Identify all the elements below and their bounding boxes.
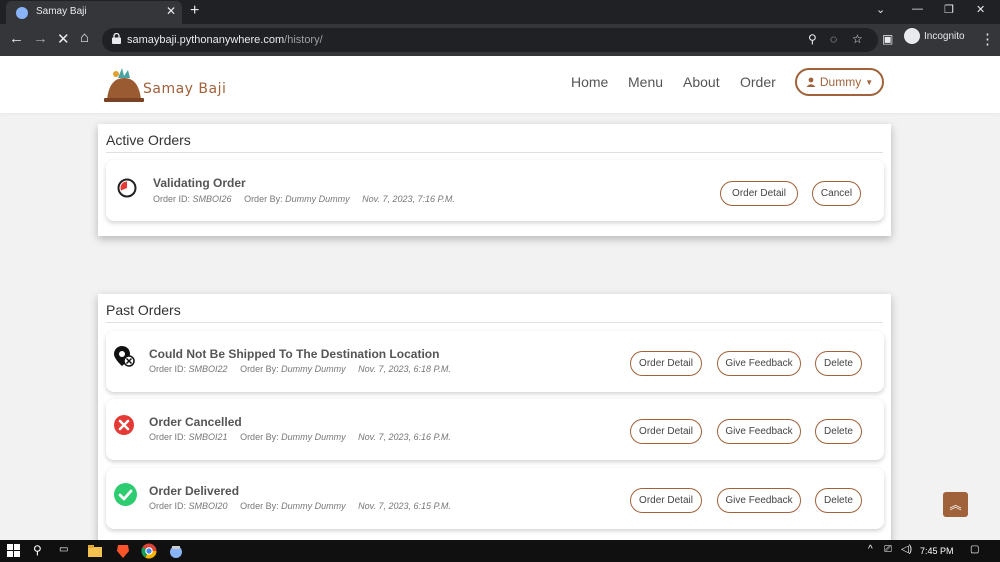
- order-card: Order Cancelled Order ID: SMBOI21 Order …: [106, 399, 884, 460]
- order-meta: Order ID: SMBOI21 Order By: Dummy Dummy …: [149, 432, 451, 442]
- browser-menu-icon[interactable]: ⋮: [980, 30, 995, 48]
- user-name: Dummy: [819, 75, 862, 89]
- incognito-icon: [904, 28, 920, 44]
- os-taskbar: ⚲ ▭ ^ ⎚ ◁) 7:45 PM ▢: [0, 540, 1000, 562]
- location-off-icon: [114, 346, 135, 367]
- notifications-icon[interactable]: ▢: [970, 544, 979, 555]
- app-taskbar-icon[interactable]: [168, 543, 184, 559]
- tab-title: Samay Baji: [36, 6, 87, 17]
- order-meta: Order ID: SMBOI26 Order By: Dummy Dummy …: [153, 194, 455, 204]
- order-card: Could Not Be Shipped To The Destination …: [106, 331, 884, 392]
- order-card: Validating Order Order ID: SMBOI26 Order…: [106, 160, 884, 221]
- volume-icon[interactable]: ◁): [901, 544, 912, 555]
- delivered-check-icon: [114, 483, 137, 506]
- chevrons-up-icon: ︽: [949, 498, 962, 512]
- order-detail-button[interactable]: Order Detail: [630, 488, 702, 513]
- user-menu-button[interactable]: Dummy ▼: [795, 68, 884, 96]
- user-icon: [806, 77, 816, 87]
- order-status: Validating Order: [153, 176, 246, 190]
- location-icon[interactable]: ⚲: [808, 32, 817, 46]
- task-view-icon[interactable]: ▭: [59, 544, 68, 555]
- nav-link-home[interactable]: Home: [571, 74, 608, 90]
- give-feedback-button[interactable]: Give Feedback: [717, 351, 801, 376]
- nav-link-about[interactable]: About: [683, 74, 720, 90]
- taskbar-clock[interactable]: 7:45 PM: [920, 546, 954, 556]
- search-icon[interactable]: ⚲: [33, 543, 42, 557]
- url-text: samaybaji.pythonanywhere.com/history/: [127, 34, 323, 46]
- new-tab-icon[interactable]: +: [190, 2, 199, 20]
- browser-tab-bar: Samay Baji ✕ + ⌄ — ❐ ✕: [0, 0, 1000, 24]
- forward-icon[interactable]: →: [33, 30, 48, 47]
- section-title: Past Orders: [106, 302, 181, 318]
- order-detail-button[interactable]: Order Detail: [630, 351, 702, 376]
- site-navbar: Samay Baji Home Menu About Order Dummy ▼: [0, 56, 1000, 113]
- nav-link-order[interactable]: Order: [740, 74, 776, 90]
- order-status: Order Cancelled: [149, 415, 242, 429]
- brave-browser-icon[interactable]: [115, 543, 131, 559]
- tab-search-icon[interactable]: ⌄: [876, 3, 885, 16]
- back-icon[interactable]: ←: [9, 30, 24, 47]
- eye-off-icon[interactable]: ◌: [830, 32, 837, 46]
- tab-close-icon[interactable]: ✕: [166, 4, 176, 18]
- cancel-order-button[interactable]: Cancel: [812, 181, 861, 206]
- active-orders-section: Active Orders Validating Order Order ID:…: [98, 124, 891, 236]
- lock-icon: [112, 33, 121, 44]
- pending-clock-icon: [117, 178, 137, 198]
- scroll-to-top-button[interactable]: ︽: [943, 492, 968, 517]
- order-card: Order Delivered Order ID: SMBOI20 Order …: [106, 468, 884, 529]
- order-detail-button[interactable]: Order Detail: [720, 181, 798, 206]
- delete-button[interactable]: Delete: [815, 419, 862, 444]
- section-title: Active Orders: [106, 132, 191, 148]
- windows-start-icon[interactable]: [7, 544, 20, 557]
- nav-link-menu[interactable]: Menu: [628, 74, 663, 90]
- give-feedback-button[interactable]: Give Feedback: [717, 419, 801, 444]
- maximize-icon[interactable]: ❐: [944, 3, 954, 16]
- minimize-icon[interactable]: —: [912, 3, 923, 15]
- stop-loading-icon[interactable]: ✕: [57, 30, 70, 48]
- divider: [106, 152, 883, 153]
- network-icon[interactable]: ⎚: [884, 544, 892, 555]
- browser-tab[interactable]: Samay Baji ✕: [6, 1, 182, 24]
- chrome-browser-icon[interactable]: [141, 543, 157, 559]
- bookmark-star-icon[interactable]: ☆: [852, 32, 863, 46]
- order-status: Could Not Be Shipped To The Destination …: [149, 347, 440, 361]
- window-close-icon[interactable]: ✕: [976, 3, 985, 16]
- cancelled-x-icon: [114, 415, 134, 435]
- past-orders-section: Past Orders Could Not Be Shipped To The …: [98, 294, 891, 540]
- incognito-label: Incognito: [924, 30, 965, 42]
- file-explorer-icon[interactable]: [87, 543, 103, 559]
- home-icon[interactable]: ⌂: [80, 29, 89, 46]
- side-panel-icon[interactable]: ▣: [882, 32, 893, 46]
- incognito-indicator[interactable]: Incognito: [904, 28, 965, 44]
- order-detail-button[interactable]: Order Detail: [630, 419, 702, 444]
- tab-favicon-icon: [16, 7, 28, 19]
- order-meta: Order ID: SMBOI22 Order By: Dummy Dummy …: [149, 364, 451, 374]
- delete-button[interactable]: Delete: [815, 488, 862, 513]
- order-status: Order Delivered: [149, 484, 240, 498]
- order-meta: Order ID: SMBOI20 Order By: Dummy Dummy …: [149, 501, 451, 511]
- caret-down-icon: ▼: [865, 77, 874, 87]
- give-feedback-button[interactable]: Give Feedback: [717, 488, 801, 513]
- address-bar[interactable]: samaybaji.pythonanywhere.com/history/ ⚲ …: [102, 28, 878, 52]
- divider: [106, 322, 883, 323]
- delete-button[interactable]: Delete: [815, 351, 862, 376]
- brand-name[interactable]: Samay Baji: [143, 81, 226, 97]
- browser-toolbar: ← → ✕ ⌂ samaybaji.pythonanywhere.com/his…: [0, 24, 1000, 56]
- chevron-up-icon[interactable]: ^: [868, 544, 873, 555]
- page-content: Samay Baji Home Menu About Order Dummy ▼…: [0, 56, 1000, 540]
